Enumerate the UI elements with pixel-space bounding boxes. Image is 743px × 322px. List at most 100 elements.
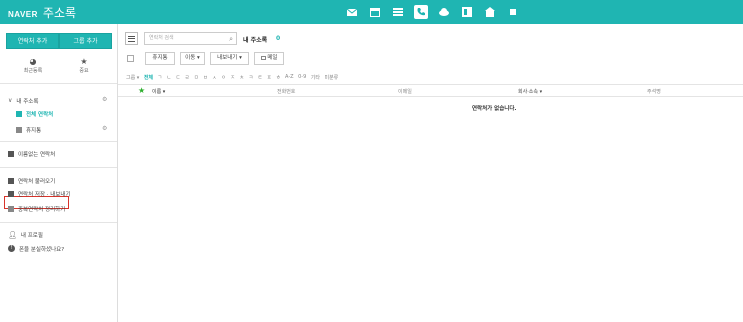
contact-card-icon xyxy=(8,150,14,157)
filter-item[interactable]: 전체 xyxy=(144,74,153,81)
filter-item[interactable]: A-Z xyxy=(285,74,294,81)
my-book-header[interactable]: ∨ 내 주소록 xyxy=(8,96,38,105)
quick-important-label: 중요 xyxy=(79,68,89,74)
service-title[interactable]: 주소록 xyxy=(43,4,76,21)
column-memo: 주석명 xyxy=(647,89,661,95)
sidebar-item-all[interactable]: 전체 연락처 xyxy=(16,109,53,118)
sidebar-item-no-name-label: 이름없는 연락처 xyxy=(18,151,56,158)
search-icon[interactable]: ⌕ xyxy=(229,34,233,45)
sidebar-item-duplicate-label: 중복연락처 정리하기 xyxy=(18,206,66,213)
sidebar-item-duplicate[interactable]: 중복연락처 정리하기 xyxy=(8,204,65,213)
filter-item[interactable]: ㅁ xyxy=(194,74,199,81)
search-input[interactable]: 연락처 검색 ⌕ xyxy=(144,32,237,45)
contacts-book-icon xyxy=(16,110,22,117)
add-group-button[interactable]: 그룹 추가 xyxy=(59,33,112,49)
sidebar-item-export[interactable]: 연락처 저장 · 내보내기 xyxy=(8,189,71,198)
page-title: 내 주소록 xyxy=(243,37,268,44)
table-header-border xyxy=(118,96,743,97)
info-icon: ! xyxy=(8,245,15,252)
contact-count: 0 xyxy=(276,35,281,42)
trash-settings-icon[interactable]: ⚙ xyxy=(102,125,107,132)
calendar-icon[interactable] xyxy=(368,5,382,19)
chevron-down-icon: ∨ xyxy=(8,97,13,104)
more-icon[interactable] xyxy=(506,5,520,19)
sidebar-item-no-name[interactable]: 이름없는 연락처 xyxy=(8,149,55,158)
sidebar-item-all-label: 전체 연락처 xyxy=(26,111,54,118)
filter-item[interactable]: 미분류 xyxy=(324,74,338,81)
filter-item[interactable]: ㄱ xyxy=(158,74,163,81)
app-switcher xyxy=(345,5,520,19)
table-top-border xyxy=(118,84,743,85)
office-icon[interactable] xyxy=(460,5,474,19)
filter-item[interactable]: 0-9 xyxy=(298,74,306,81)
clock-icon: ◕ xyxy=(29,57,37,66)
sidebar: 연락처 추가 그룹 추가 ◕ 최근등록 ★ 중요 ∨ 내 주소록 ⚙ 전체 연락… xyxy=(0,24,118,322)
filter-item[interactable]: ㅎ xyxy=(276,74,281,81)
filter-item[interactable]: 기타 xyxy=(311,74,320,81)
quick-important[interactable]: ★ 중요 xyxy=(69,57,99,74)
filter-item[interactable]: ㅇ xyxy=(221,74,226,81)
cloud-icon[interactable] xyxy=(437,5,451,19)
column-email: 이메일 xyxy=(398,89,412,95)
main-panel: 연락처 검색 ⌕ 내 주소록 0 휴지통 이동 ▾ 내보내기 ▾ 메일 그룹 ▾… xyxy=(118,24,743,322)
menu-toggle-button[interactable] xyxy=(125,32,138,45)
index-filter-bar: 그룹 ▾ 전체 ㄱㄴㄷㄹㅁㅂㅅㅇㅈㅊㅋㅌㅍㅎ A-Z 0-9 기타 미분류 xyxy=(126,74,338,81)
filter-item[interactable]: ㄴ xyxy=(167,74,172,81)
filter-item[interactable]: ㅈ xyxy=(230,74,235,81)
person-icon: 👤︎ xyxy=(8,230,17,239)
sidebar-item-lost-phone[interactable]: ! 폰을 분실하셨나요? xyxy=(8,244,64,253)
export-button[interactable]: 내보내기 ▾ xyxy=(210,52,249,65)
filter-item[interactable]: ㅅ xyxy=(212,74,217,81)
sidebar-divider xyxy=(0,141,117,142)
naver-logo[interactable]: NAVER xyxy=(8,10,38,19)
gear-icon[interactable]: ⚙ xyxy=(102,96,107,103)
filter-item[interactable]: ㅍ xyxy=(267,74,272,81)
sidebar-item-trash-label: 휴지통 xyxy=(26,127,42,134)
sidebar-item-lost-phone-label: 폰을 분실하셨나요? xyxy=(19,246,65,253)
top-bar: NAVER 주소록 xyxy=(0,0,743,24)
filter-item[interactable]: 그룹 ▾ xyxy=(126,74,139,81)
sidebar-divider xyxy=(0,167,117,168)
filter-item[interactable]: ㄹ xyxy=(185,74,190,81)
sidebar-item-profile-label: 내 프로필 xyxy=(20,232,43,239)
add-contact-button[interactable]: 연락처 추가 xyxy=(6,33,59,49)
envelope-icon xyxy=(260,55,266,60)
sidebar-button-row: 연락처 추가 그룹 추가 xyxy=(6,33,112,49)
filter-item[interactable]: ㅊ xyxy=(240,74,245,81)
column-phone: 전화번호 xyxy=(277,89,296,95)
filter-item[interactable]: ㄷ xyxy=(176,74,181,81)
folder-import-icon xyxy=(8,177,14,184)
brand[interactable]: NAVER 주소록 xyxy=(8,4,76,21)
mail-button[interactable]: 메일 xyxy=(254,52,284,65)
delete-button[interactable]: 휴지통 xyxy=(145,52,175,65)
star-icon: ★ xyxy=(80,57,88,66)
contacts-icon[interactable] xyxy=(414,5,428,19)
sidebar-item-import[interactable]: 연락처 불러오기 xyxy=(8,176,55,185)
column-company[interactable]: 회사·소속 ▾ xyxy=(518,88,542,95)
search-placeholder: 연락처 검색 xyxy=(149,35,174,41)
folder-export-icon xyxy=(8,190,14,197)
merge-icon xyxy=(8,205,14,212)
filter-item[interactable]: ㅋ xyxy=(249,74,254,81)
sidebar-divider xyxy=(0,83,117,84)
mail-button-label: 메일 xyxy=(267,55,278,61)
home-icon[interactable] xyxy=(483,5,497,19)
filter-item[interactable]: ㅂ xyxy=(203,74,208,81)
favorite-star-icon[interactable]: ★ xyxy=(138,87,145,95)
trash-icon xyxy=(16,126,22,133)
empty-message: 연락처가 없습니다. xyxy=(472,106,517,112)
sidebar-item-import-label: 연락처 불러오기 xyxy=(18,178,56,185)
select-all-checkbox[interactable] xyxy=(127,55,134,62)
sidebar-divider xyxy=(0,222,117,223)
mail-icon[interactable] xyxy=(345,5,359,19)
column-name[interactable]: 이름 ▾ xyxy=(152,88,165,95)
filter-item[interactable]: ㅌ xyxy=(258,74,263,81)
sidebar-item-profile[interactable]: 👤︎ 내 프로필 xyxy=(8,230,43,239)
sidebar-item-export-label: 연락처 저장 · 내보내기 xyxy=(18,191,71,198)
quick-recent[interactable]: ◕ 최근등록 xyxy=(18,57,48,74)
my-book-label: 내 주소록 xyxy=(16,98,39,105)
quick-recent-label: 최근등록 xyxy=(23,68,43,74)
list-icon[interactable] xyxy=(391,5,405,19)
sidebar-item-trash[interactable]: 휴지통 xyxy=(16,125,41,134)
move-button[interactable]: 이동 ▾ xyxy=(180,52,205,65)
